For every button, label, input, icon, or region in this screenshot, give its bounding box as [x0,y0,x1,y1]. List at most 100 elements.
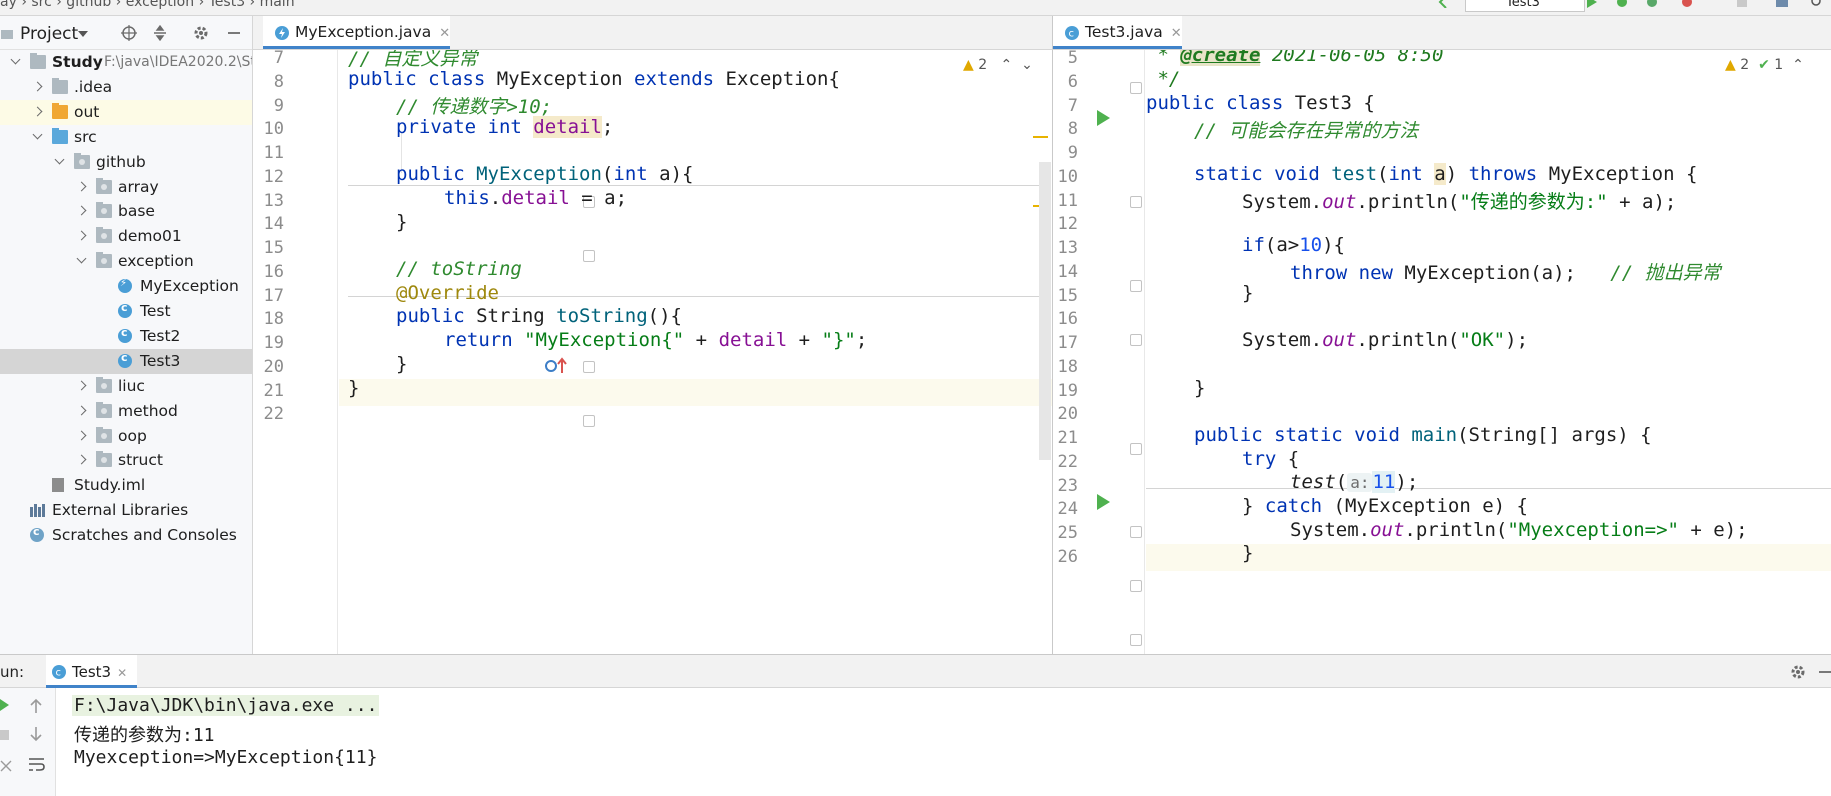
fold-marker[interactable] [1130,280,1142,292]
tree-item[interactable]: Test [0,299,252,324]
fold-marker[interactable] [1130,580,1142,592]
hide-panel-icon[interactable] [1818,664,1831,680]
fold-marker[interactable] [583,361,595,373]
coverage-icon[interactable] [1645,0,1659,8]
close-icon[interactable]: ✕ [1171,26,1182,41]
debug-icon[interactable] [1615,0,1629,8]
code-line: } [1242,282,1254,304]
line-number: 10 [263,119,284,140]
close-icon[interactable]: ✕ [117,666,127,680]
tree-item[interactable]: base [0,199,252,224]
chevron-right-icon[interactable] [76,430,87,440]
tree-item[interactable]: Study F:\java\IDEA2020.2\Stu [0,50,252,75]
back-arrow-icon[interactable] [1436,0,1450,8]
code-line: // toString [396,258,522,280]
tree-item-label: Study [52,53,103,71]
chevron-right-icon[interactable] [76,380,87,391]
tree-item[interactable]: method [0,399,252,424]
run-tab-test3[interactable]: c Test3 ✕ [46,655,138,688]
close-icon[interactable]: ✕ [439,26,450,41]
run-gutter-icon[interactable] [1097,110,1110,126]
right-code-editor[interactable]: 5 6 7 8 9 10 11 12 13 14 15 16 17 18 19 20 21 22 23 24 25 26 … [1052,50,1831,654]
chevron-right-icon[interactable] [76,181,87,191]
tree-item[interactable]: struct [0,448,252,473]
tree-item[interactable]: src [0,125,252,150]
left-code-editor[interactable]: 7 8 9 10 11 12 13 14 15 16 17 18 19 20 21 22 ▲ 2 ⌃ ⌄ //… [253,50,1052,654]
gear-icon[interactable] [1790,664,1806,680]
tree-item[interactable]: github [0,150,252,175]
gear-icon[interactable] [193,25,209,41]
run-gutter-icon[interactable] [1097,494,1110,510]
tree-item[interactable]: liuc [0,374,252,399]
tree-item[interactable]: array [0,175,252,200]
folder-icon [52,77,68,94]
project-panel-header: Project [0,16,252,50]
chevron-right-icon[interactable] [32,81,43,92]
tree-item[interactable]: Test2 [0,324,252,349]
project-structure-icon[interactable] [1775,0,1789,8]
hide-panel-icon[interactable] [226,25,242,41]
tab-myexception-java[interactable]: MyException.java ✕ [263,16,451,49]
tab-test3-java[interactable]: c Test3.java ✕ [1053,16,1182,49]
tree-item[interactable]: .idea [0,75,252,100]
tree-item[interactable]: Test3 [0,348,252,374]
chevron-right-icon[interactable] [76,230,87,241]
code-line: } [396,353,408,375]
fold-marker[interactable] [1130,526,1142,538]
rerun-icon[interactable] [0,698,10,712]
run-icon[interactable] [1585,0,1599,8]
tree-item[interactable]: Scratches and Consoles [0,523,252,548]
project-panel-title[interactable]: Project [20,24,78,44]
collapse-all-icon[interactable] [152,25,168,41]
fold-marker[interactable] [1130,334,1142,346]
override-gutter-icon[interactable] [545,357,571,375]
chevron-down-icon[interactable] [78,31,88,37]
chevron-down-icon[interactable]: ⌄ [1021,57,1033,73]
line-number: 25 [1057,523,1078,543]
fold-marker[interactable] [1130,634,1142,646]
inspection-widget[interactable]: ▲ 2 ✔ 1 ⌃ [1725,57,1804,73]
chevron-down-icon[interactable] [54,154,65,165]
tree-item[interactable]: demo01 [0,224,252,249]
locate-icon[interactable] [121,25,137,41]
code-line: return "MyException{" + detail + "}"; [444,329,868,351]
chevron-down-icon[interactable] [32,129,43,140]
vertical-scrollbar[interactable] [1039,162,1051,460]
tree-item[interactable]: oop [0,424,252,449]
fold-marker[interactable] [583,415,595,427]
package-icon [74,152,90,169]
chevron-right-icon[interactable] [76,405,87,416]
chevron-up-icon[interactable]: ⌃ [1792,57,1804,73]
stop-icon[interactable] [0,728,10,742]
chevron-down-icon[interactable] [76,253,87,264]
line-number: 10 [1057,166,1078,187]
tree-item[interactable]: Study.iml [0,473,252,498]
chevron-right-icon[interactable] [32,106,43,117]
inspection-widget[interactable]: ▲ 2 ⌃ ⌄ [963,57,1033,73]
run-configuration-select[interactable]: Test3 [1465,0,1585,12]
tree-item[interactable]: exception [0,249,252,274]
breadcrumb[interactable]: ay › src › github › exception › Test3 › … [0,0,295,10]
profile-icon[interactable] [1680,0,1694,8]
tree-item[interactable]: out [0,99,252,125]
tree-item-label: liuc [118,376,145,395]
chevron-right-icon[interactable] [76,205,87,216]
line-number: 23 [1057,475,1078,496]
tree-item[interactable]: MyException [0,274,252,299]
fold-marker[interactable] [1130,196,1142,208]
search-everywhere-icon[interactable] [1810,0,1824,8]
restore-layout-icon[interactable] [0,758,12,774]
chevron-down-icon[interactable] [10,54,21,65]
fold-marker[interactable] [1130,82,1142,94]
line-number: 17 [263,285,284,306]
fold-marker[interactable] [583,250,595,262]
soft-wrap-icon[interactable] [28,756,46,772]
chevron-up-icon[interactable]: ⌃ [1001,57,1013,73]
current-line-highlight [339,379,1052,406]
stop-icon[interactable] [1735,0,1749,8]
chevron-right-icon[interactable] [76,454,87,465]
tree-item[interactable]: External Libraries [0,498,252,523]
arrow-up-icon[interactable] [29,698,43,714]
fold-marker[interactable] [1130,443,1142,455]
arrow-down-icon[interactable] [29,726,43,742]
